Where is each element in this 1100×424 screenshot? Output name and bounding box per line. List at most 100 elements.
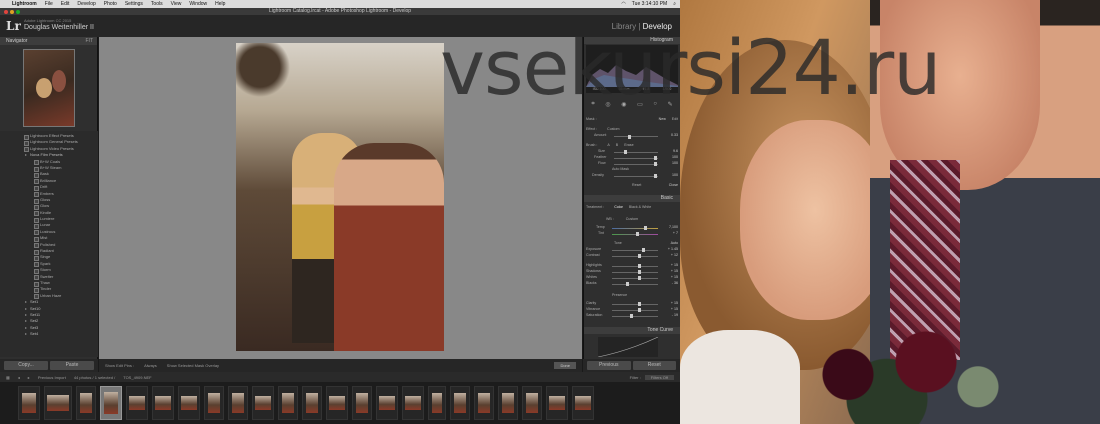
size-slider-thumb[interactable] (624, 150, 627, 154)
filmstrip-thumbnail[interactable] (302, 386, 322, 420)
back-icon[interactable]: ◂ (18, 375, 20, 380)
amount-slider-thumb[interactable] (628, 134, 631, 139)
grid-view-icon[interactable]: ▦ (6, 375, 10, 380)
whites-slider[interactable] (612, 276, 658, 280)
filmstrip-thumbnail[interactable] (126, 386, 148, 420)
filter-dropdown[interactable]: Filters Off (644, 374, 674, 380)
filmstrip-thumbnail[interactable] (326, 386, 348, 420)
filmstrip-thumbnail[interactable] (402, 386, 424, 420)
flow-value[interactable]: 100 (672, 161, 678, 166)
menu-view[interactable]: View (171, 1, 182, 7)
previous-button[interactable]: Previous (587, 361, 631, 370)
contrast-slider-thumb[interactable] (638, 254, 641, 258)
navigator-zoom-fit[interactable]: FIT (86, 37, 94, 45)
filmstrip-thumbnail[interactable] (228, 386, 248, 420)
menubar-clock[interactable]: Tue 3:14:10 PM (632, 1, 667, 7)
search-icon[interactable]: ⌕ (673, 1, 676, 7)
tint-slider-thumb[interactable] (636, 232, 639, 236)
density-value[interactable]: 100 (672, 173, 678, 178)
filmstrip-thumbnail[interactable] (178, 386, 200, 420)
menu-settings[interactable]: Settings (125, 1, 143, 7)
filmstrip[interactable] (0, 382, 680, 424)
filmstrip-thumbnail[interactable] (572, 386, 594, 420)
flow-slider[interactable] (614, 162, 658, 166)
filmstrip-thumbnail[interactable] (522, 386, 542, 420)
filmstrip-thumbnail[interactable] (44, 386, 72, 420)
whites-slider-thumb[interactable] (638, 276, 641, 280)
feather-slider[interactable] (614, 156, 658, 160)
density-slider[interactable] (614, 174, 658, 178)
temp-slider[interactable] (612, 226, 658, 230)
filmstrip-thumbnail[interactable] (204, 386, 224, 420)
copy-settings-button[interactable]: Copy... (4, 361, 48, 370)
treatment-color[interactable]: Color (614, 205, 623, 210)
filmstrip-thumbnail[interactable] (546, 386, 568, 420)
menu-app-name[interactable]: Lightroom (12, 1, 37, 7)
menu-window[interactable]: Window (189, 1, 207, 7)
saturation-value[interactable]: - 19 (672, 313, 678, 318)
filmstrip-thumbnail[interactable] (498, 386, 518, 420)
reset-button[interactable]: Reset (632, 361, 676, 370)
tone-auto-button[interactable]: Auto (671, 241, 678, 246)
tone-curve-graph[interactable] (597, 336, 659, 358)
shadows-slider[interactable] (612, 270, 658, 274)
menu-file[interactable]: File (45, 1, 53, 7)
exposure-slider-thumb[interactable] (642, 248, 645, 252)
size-value[interactable]: 9.6 (673, 149, 678, 154)
minimize-window-icon[interactable] (10, 9, 14, 14)
shadows-slider-thumb[interactable] (638, 270, 641, 274)
highlights-slider-thumb[interactable] (638, 264, 641, 268)
blacks-slider-thumb[interactable] (626, 282, 629, 286)
clarity-value[interactable]: + 15 (671, 301, 678, 306)
zoom-window-icon[interactable] (16, 9, 20, 14)
filmstrip-thumbnail-selected[interactable] (100, 386, 122, 420)
filmstrip-thumbnail[interactable] (278, 386, 298, 420)
auto-mask-checkbox[interactable]: Auto Mask (586, 167, 629, 172)
highlights-slider[interactable] (612, 264, 658, 268)
clarity-slider[interactable] (612, 302, 658, 306)
exposure-slider[interactable] (612, 248, 658, 252)
saturation-slider-thumb[interactable] (630, 314, 633, 318)
vibrance-slider[interactable] (612, 308, 658, 312)
brush-a[interactable]: A (607, 143, 609, 148)
navigator-preview[interactable] (22, 49, 75, 127)
amount-value[interactable]: 0.33 (671, 133, 678, 138)
temp-value[interactable]: 7,100 (669, 225, 678, 230)
feather-slider-thumb[interactable] (654, 156, 657, 160)
tone-curve-header[interactable]: Tone Curve (584, 327, 681, 334)
brush-reset-button[interactable]: Reset (632, 183, 641, 188)
whites-value[interactable]: + 15 (671, 275, 678, 280)
main-photo[interactable] (236, 43, 444, 351)
tint-value[interactable]: + 7 (673, 231, 678, 236)
filmstrip-thumbnail[interactable] (474, 386, 494, 420)
filmstrip-thumbnail[interactable] (428, 386, 446, 420)
contrast-value[interactable]: + 12 (671, 253, 678, 258)
density-slider-thumb[interactable] (654, 174, 657, 178)
feather-value[interactable]: 100 (672, 155, 678, 160)
tone-curve-line[interactable] (597, 336, 659, 358)
selected-file-name[interactable]: TOS_4909.NEF (123, 375, 151, 380)
filmstrip-thumbnail[interactable] (450, 386, 470, 420)
contrast-slider[interactable] (612, 254, 658, 258)
exposure-value[interactable]: + 1.45 (668, 247, 678, 252)
tint-slider[interactable] (612, 232, 658, 236)
show-mask-overlay-checkbox[interactable]: Show Selected Mask Overlay (167, 363, 219, 368)
previous-import-label[interactable]: Previous Import (38, 375, 66, 380)
filmstrip-thumbnail[interactable] (152, 386, 174, 420)
menu-develop[interactable]: Develop (77, 1, 95, 7)
filmstrip-thumbnail[interactable] (18, 386, 40, 420)
menu-help[interactable]: Help (215, 1, 225, 7)
vibrance-value[interactable]: + 15 (671, 307, 678, 312)
clarity-slider-thumb[interactable] (638, 302, 641, 306)
amount-slider[interactable] (614, 134, 658, 139)
vibrance-slider-thumb[interactable] (638, 308, 641, 312)
paste-settings-button[interactable]: Paste (50, 361, 94, 370)
highlights-value[interactable]: + 15 (671, 263, 678, 268)
preset-set[interactable]: Set4 (0, 331, 98, 338)
edit-pins-dropdown[interactable]: Always (144, 363, 157, 368)
close-window-icon[interactable] (4, 9, 8, 14)
brush-close-button[interactable]: Close (669, 183, 678, 188)
brush-b[interactable]: B (616, 143, 618, 148)
menu-photo[interactable]: Photo (104, 1, 117, 7)
done-button[interactable]: Done (554, 362, 576, 369)
